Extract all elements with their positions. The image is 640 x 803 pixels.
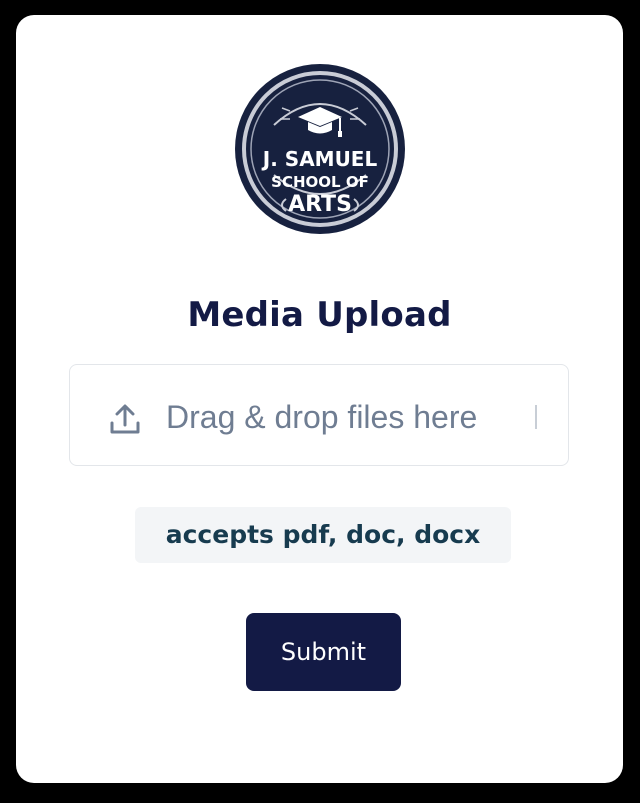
page-title: Media Upload	[187, 295, 452, 335]
logo-line-1: J. SAMUEL	[261, 147, 378, 171]
file-dropzone[interactable]: Drag & drop files here	[69, 364, 569, 466]
school-seal: J. SAMUEL SCHOOL OF ARTS	[235, 64, 405, 234]
upload-card: J. SAMUEL SCHOOL OF ARTS Media Upload Dr…	[16, 15, 623, 783]
logo-line-3: ARTS	[288, 192, 352, 217]
text-caret	[535, 405, 537, 429]
upload-icon	[106, 401, 144, 439]
school-logo: J. SAMUEL SCHOOL OF ARTS	[234, 63, 406, 235]
dropzone-label: Drag & drop files here	[166, 399, 478, 435]
submit-button[interactable]: Submit	[246, 613, 401, 691]
accepted-formats-note: accepts pdf, doc, docx	[135, 507, 511, 563]
logo-line-2: SCHOOL OF	[271, 173, 369, 191]
